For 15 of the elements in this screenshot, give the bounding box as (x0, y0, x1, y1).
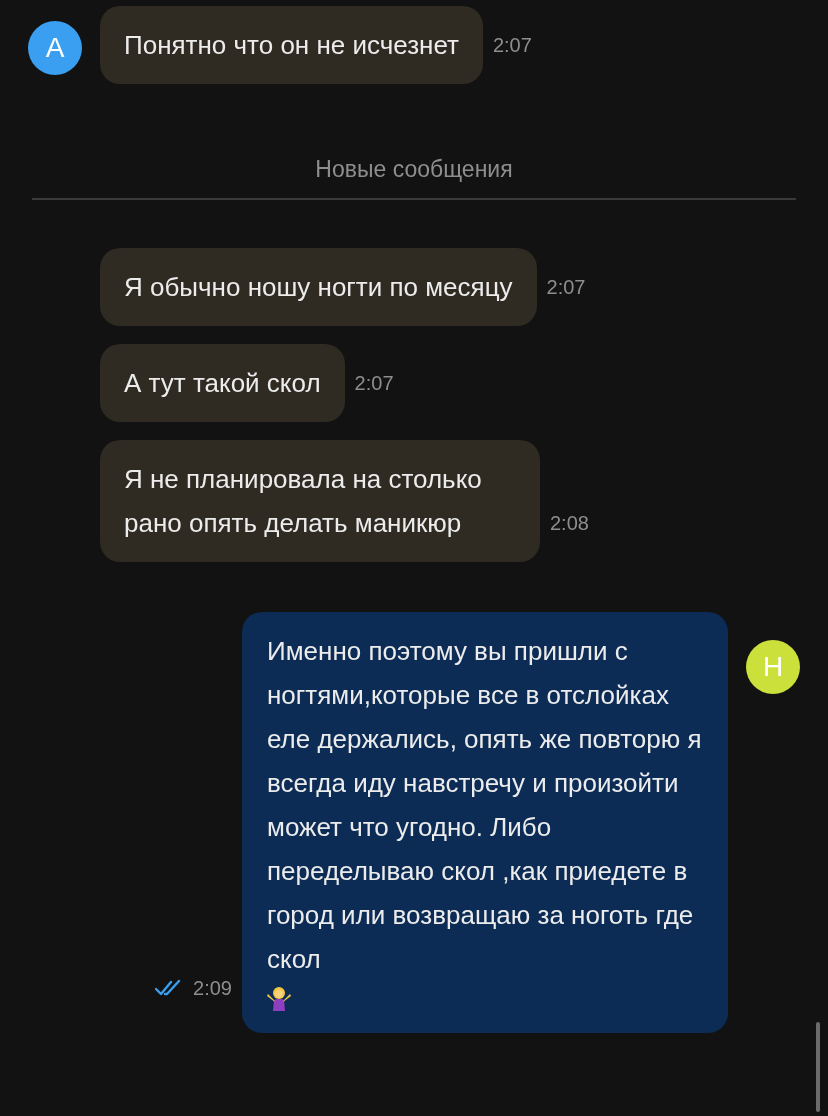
message-time: 2:09 (193, 976, 232, 1001)
message-time: 2:07 (492, 33, 532, 58)
message-time: 2:07 (354, 371, 394, 396)
new-messages-label: Новые сообщения (315, 155, 513, 184)
avatar[interactable]: Н (746, 640, 800, 694)
shrug-icon (267, 985, 291, 1011)
message-text: Именно поэтому вы пришли с ногтями,которые все в отслойках еле держались, опять же повторю я всегда иду навстречу и произойти может что угодно. Либо переделываю скол ,как приедете в город или возвращаю за ноготь где скол (267, 635, 703, 976)
message-bubble: А тут такой скол (100, 344, 345, 422)
scrollbar[interactable] (816, 1022, 820, 1112)
avatar[interactable]: А (28, 21, 82, 75)
message-bubble: Я обычно ношу ногти по месяцу (100, 248, 537, 326)
message-time: 2:07 (546, 275, 586, 300)
message-bubble: Понятно что он не исчезнет (100, 6, 483, 84)
message-bubble: Я не планировала на столько рано опять делать маникюр (100, 440, 540, 562)
message-time: 2:08 (550, 511, 589, 536)
